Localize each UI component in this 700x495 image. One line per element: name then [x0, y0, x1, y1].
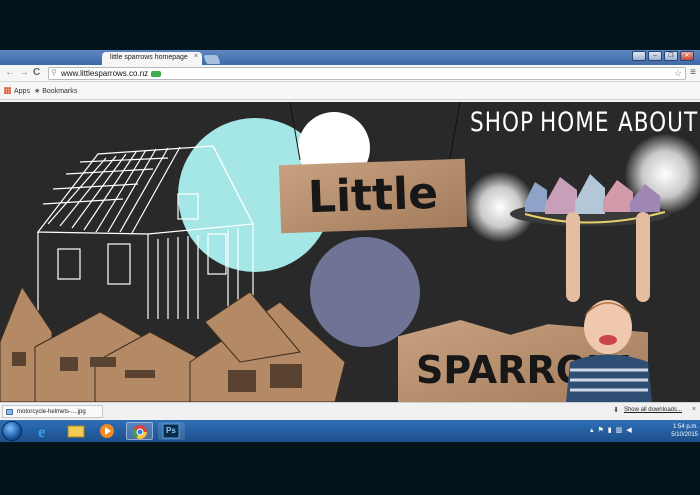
sign-strings	[289, 102, 461, 161]
start-button[interactable]	[2, 421, 22, 441]
nav-shop[interactable]: SHOP	[470, 107, 534, 138]
sign-text-little: Little	[307, 167, 439, 224]
reload-button[interactable]: C	[33, 67, 40, 78]
downloads-close-icon[interactable]: ×	[692, 406, 696, 413]
chrome-icon[interactable]	[126, 422, 153, 440]
downloads-bar: motorcycle-helmets-....jpg ⬇ Show all do…	[0, 402, 700, 420]
tab-little-sparrows[interactable]: little sparrows homepage ×	[102, 52, 202, 65]
show-all-downloads-link[interactable]: Show all downloads...	[624, 407, 682, 413]
search-icon: ⚲	[51, 68, 57, 77]
download-filename: motorcycle-helmets-....jpg	[17, 409, 86, 415]
webpage: Little SPARROW SHOP HOME ABOUT	[0, 102, 700, 402]
restore-button[interactable]: ❐	[664, 51, 678, 61]
apps-icon	[4, 87, 11, 94]
title-bar: little sparrows homepage × – ❐ ✕	[0, 50, 700, 65]
address-bar[interactable]: ⚲ www.littlesparrows.co.nz ☆	[48, 67, 686, 80]
photoshop-icon[interactable]: Ps	[158, 422, 185, 440]
extension-icon	[151, 70, 162, 77]
file-explorer-icon[interactable]	[62, 422, 89, 440]
star-icon: ★	[34, 88, 43, 95]
back-button[interactable]: ←	[5, 67, 15, 78]
bookmark-apps[interactable]: Apps	[4, 87, 30, 95]
bookmark-bookmarks[interactable]: ★ Bookmarks	[34, 87, 77, 95]
bookmark-label: Bookmarks	[42, 88, 78, 95]
nav-about[interactable]: ABOUT	[618, 107, 698, 138]
clock-time: 1:54 p.m.	[672, 424, 698, 430]
clock[interactable]: 1:54 p.m. 5/10/2015	[671, 423, 698, 439]
browser-window: little sparrows homepage × – ❐ ✕ ← → C ⚲…	[0, 50, 700, 442]
forward-button[interactable]: →	[19, 67, 29, 78]
bookmark-star-icon[interactable]: ☆	[674, 68, 682, 79]
nav-home[interactable]: HOME	[540, 107, 610, 138]
windows-taskbar: e Ps ▴⚑▮▥◀ 1:54 p.m. 5/10/2015	[0, 420, 700, 442]
user-icon[interactable]	[632, 51, 646, 61]
bookmark-label: Apps	[14, 88, 30, 95]
internet-explorer-icon[interactable]: e	[30, 422, 57, 441]
new-tab-button[interactable]	[203, 55, 221, 64]
svg-text:e: e	[38, 424, 45, 440]
boy-photo	[566, 212, 652, 402]
photoshop-label: Ps	[166, 426, 176, 435]
tab-close-icon[interactable]: ×	[194, 53, 198, 60]
media-player-icon[interactable]	[94, 422, 121, 440]
minimize-button[interactable]: –	[648, 51, 662, 61]
close-button[interactable]: ✕	[680, 51, 694, 61]
screen: little sparrows homepage × – ❐ ✕ ← → C ⚲…	[0, 0, 700, 495]
tab-title: little sparrows homepage	[110, 54, 188, 61]
image-file-icon	[6, 409, 13, 415]
bookmarks-bar: Apps ★ Bookmarks	[0, 82, 700, 100]
system-tray-icons[interactable]: ▴⚑▮▥◀	[590, 426, 636, 434]
download-arrow-icon: ⬇	[613, 407, 619, 414]
url-text: www.littlesparrows.co.nz	[61, 69, 149, 78]
clock-date: 5/10/2015	[671, 432, 698, 438]
download-item[interactable]: motorcycle-helmets-....jpg	[2, 405, 103, 418]
menu-icon[interactable]: ≡	[690, 67, 696, 78]
browser-toolbar: ← → C ⚲ www.littlesparrows.co.nz ☆ ≡	[0, 65, 700, 82]
cardboard-houses-illustration	[0, 285, 346, 402]
